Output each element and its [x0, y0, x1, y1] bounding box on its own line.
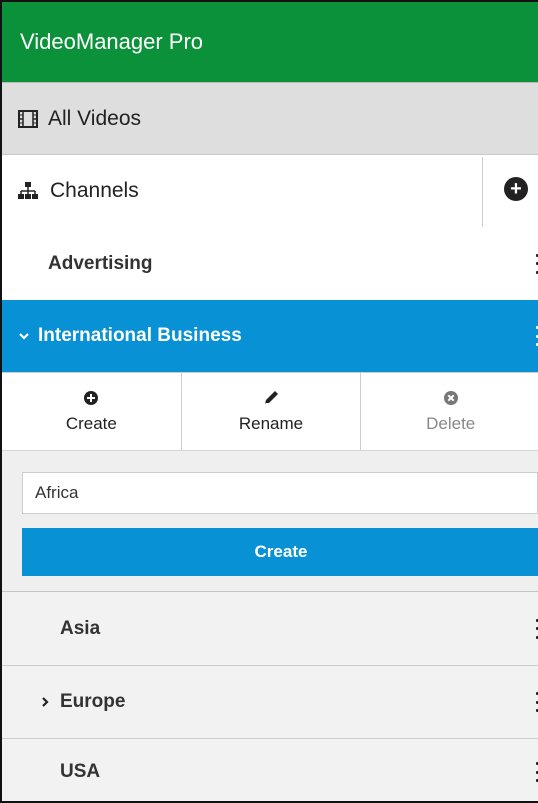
app-header: VideoManager Pro	[2, 2, 538, 82]
subchannel-item-usa[interactable]: USA	[2, 739, 538, 801]
channel-item-international-business[interactable]: International Business	[2, 300, 538, 372]
create-label: Create	[65, 413, 117, 433]
rename-label: Rename	[238, 413, 304, 433]
delete-label: Delete	[426, 413, 476, 433]
delete-button[interactable]: Delete	[361, 373, 538, 450]
chevron-down-icon[interactable]	[18, 331, 30, 341]
film-icon	[18, 109, 38, 128]
channel-actions-bar: Create Rename Delete	[2, 372, 538, 450]
pencil-icon	[264, 390, 279, 406]
times-circle-icon	[443, 390, 458, 406]
nav-channels[interactable]: Channels +	[2, 155, 538, 227]
subchannel-item-label: USA	[60, 761, 101, 782]
channel-name-input[interactable]	[22, 472, 538, 514]
rename-button[interactable]: Rename	[182, 373, 362, 450]
sitemap-icon	[18, 182, 38, 200]
more-options-icon[interactable]	[534, 253, 538, 274]
create-channel-form: Create	[2, 450, 538, 592]
more-options-icon[interactable]	[534, 692, 538, 712]
channel-item-label: Advertising	[48, 252, 153, 274]
more-options-icon[interactable]	[534, 762, 538, 782]
create-button[interactable]: Create	[2, 373, 182, 450]
more-options-icon[interactable]	[534, 326, 538, 346]
submit-create-button[interactable]: Create	[22, 528, 538, 576]
nav-channels-label: Channels	[50, 179, 139, 202]
subchannel-item-europe[interactable]: Europe	[2, 666, 538, 739]
channel-item-advertising[interactable]: Advertising	[2, 227, 538, 300]
app-frame: VideoManager Pro All Videos Channels + A…	[0, 0, 538, 803]
divider	[482, 157, 483, 227]
plus-circle-icon: +	[510, 178, 522, 200]
subchannel-item-label: Europe	[60, 691, 126, 712]
more-options-icon[interactable]	[534, 618, 538, 639]
channel-item-label: International Business	[38, 325, 242, 346]
plus-circle-icon	[84, 390, 99, 406]
subchannel-item-asia[interactable]: Asia	[2, 592, 538, 666]
add-channel-button[interactable]: +	[504, 177, 528, 201]
nav-all-videos[interactable]: All Videos	[2, 82, 538, 155]
app-title: VideoManager Pro	[20, 29, 204, 54]
chevron-right-icon[interactable]	[40, 696, 50, 708]
nav-all-videos-label: All Videos	[48, 106, 142, 130]
subchannel-item-label: Asia	[60, 617, 101, 639]
